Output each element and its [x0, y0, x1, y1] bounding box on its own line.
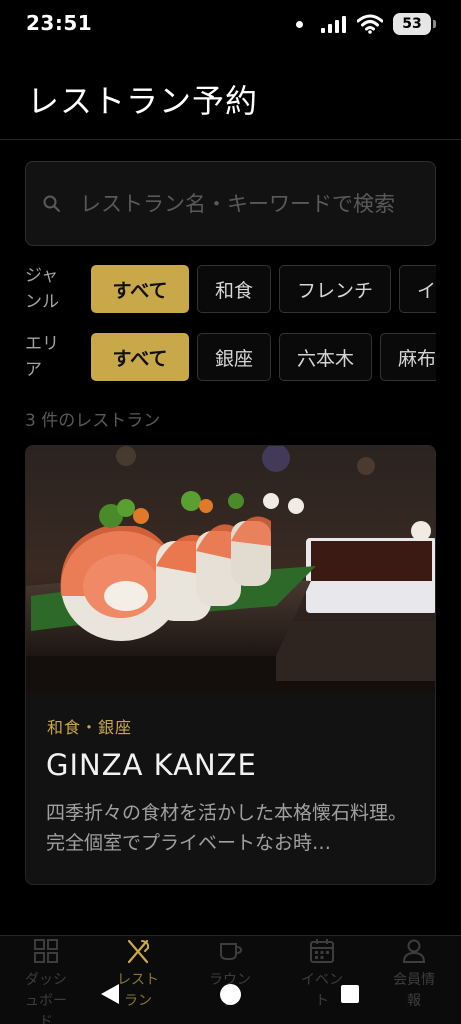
status-bar: 23:51 53 [0, 0, 461, 50]
genre-chip-japanese[interactable]: 和食 [197, 265, 272, 313]
result-count: 3 件のレストラン [25, 411, 161, 431]
nav-item-lounge[interactable]: ラウンジ [184, 936, 276, 1024]
genre-chip-scroller[interactable]: すべて 和食 フレンチ イタリアン [91, 265, 436, 315]
system-back-icon[interactable] [101, 984, 119, 1004]
nav-item-member[interactable]: 会員情報 [368, 936, 460, 1024]
nav-label-member: 会員情報 [393, 972, 435, 1009]
genre-chip-all[interactable]: すべて [91, 265, 189, 313]
area-chip-azabu[interactable]: 麻布 [380, 333, 436, 381]
wifi-icon [357, 14, 383, 34]
area-chip-scroller[interactable]: すべて 銀座 六本木 麻布 [91, 333, 436, 383]
battery-level: 53 [402, 16, 422, 32]
nav-label-events: イベント [301, 972, 343, 1009]
cup-icon [220, 943, 243, 960]
search-input[interactable] [78, 180, 423, 228]
bottom-nav: ダッシュボード レストラン ラウンジ [0, 935, 461, 1024]
restaurant-name: GINZA KANZE [46, 748, 257, 782]
area-chip-all[interactable]: すべて [91, 333, 189, 381]
genre-filter-label: ジャンル [25, 266, 59, 312]
system-recents-icon[interactable] [341, 985, 359, 1003]
page-header: レストラン予約 [0, 60, 461, 140]
signal-icon [321, 16, 346, 33]
area-chip-roppongi[interactable]: 六本木 [279, 333, 373, 381]
nav-label-dashboard: ダッシュボード [25, 972, 67, 1024]
system-home-icon[interactable] [220, 984, 241, 1005]
nav-label-restaurant: レストラン [117, 972, 159, 1009]
nav-item-restaurant[interactable]: レストラン [92, 936, 184, 1024]
utensils-icon [127, 939, 150, 964]
genre-chip-italian[interactable]: イタリアン [399, 265, 436, 313]
battery-icon: 53 [393, 13, 436, 35]
area-filter: エリア すべて 銀座 六本木 麻布 [25, 333, 461, 383]
genre-chip-french[interactable]: フレンチ [279, 265, 392, 313]
genre-filter: ジャンル すべて 和食 フレンチ イタリアン [25, 265, 461, 315]
calendar-icon [310, 939, 334, 963]
notification-dot-icon [296, 20, 303, 28]
nav-item-events[interactable]: イベント [276, 936, 368, 1024]
area-filter-label: エリア [25, 334, 59, 380]
nav-item-dashboard[interactable]: ダッシュボード [0, 936, 92, 1024]
status-time: 23:51 [26, 11, 93, 35]
restaurant-description: 四季折々の食材を活かした本格懐石料理。完全個室でプライベートなお時… [46, 802, 408, 854]
restaurant-reservation-screen: 23:51 53 レストラン予約 レストラン名・キーワードで検索 ジャンル すべ… [0, 0, 461, 1024]
restaurant-photo [26, 446, 435, 692]
page-title: レストラン予約 [27, 82, 259, 120]
search-icon [43, 195, 60, 212]
restaurant-category: 和食・銀座 [47, 718, 133, 737]
area-chip-ginza[interactable]: 銀座 [197, 333, 272, 381]
search-box[interactable] [25, 161, 436, 246]
user-icon [402, 939, 426, 963]
restaurant-card[interactable]: 和食・銀座 GINZA KANZE 四季折々の食材を活かした本格懐石料理。完全個… [25, 445, 436, 885]
grid-icon [34, 939, 58, 963]
status-icons: 53 [296, 13, 436, 35]
